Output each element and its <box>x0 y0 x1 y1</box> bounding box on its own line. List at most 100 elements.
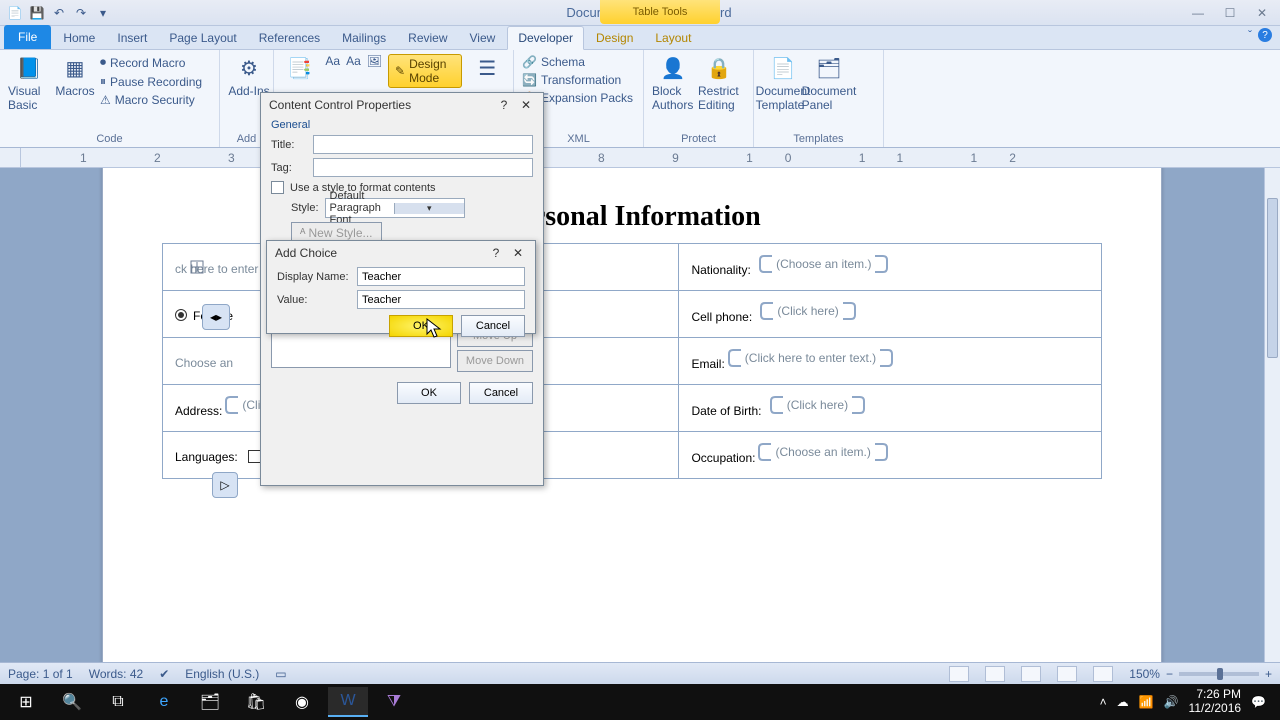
addchoice-ok-button[interactable]: OK <box>389 315 453 337</box>
status-language[interactable]: English (U.S.) <box>185 667 259 681</box>
ribbon-minimize-icon[interactable]: ˇ <box>1248 28 1252 42</box>
email-input[interactable]: Click here to enter text. <box>749 351 872 365</box>
start-button[interactable]: ⊞ <box>6 687 46 717</box>
tab-home[interactable]: Home <box>53 27 105 49</box>
chrome-icon[interactable]: ◉ <box>282 687 322 717</box>
proofing-icon[interactable]: ✔ <box>159 667 169 681</box>
nationality-dropdown[interactable]: Choose an item. <box>780 257 867 271</box>
female-radio[interactable] <box>175 309 187 321</box>
cc-right-icon <box>871 442 891 462</box>
cc-handle-icon[interactable]: ▷ <box>212 472 238 498</box>
dialog-close-button[interactable]: ✕ <box>517 97 535 113</box>
document-template-button[interactable]: 📄Document Template <box>760 52 806 114</box>
word-taskbar-icon[interactable]: W <box>328 687 368 717</box>
macro-security-button[interactable]: ⚠Macro Security <box>98 92 204 108</box>
value-input[interactable] <box>357 290 525 309</box>
tray-date[interactable]: 11/2/2016 <box>1189 702 1242 716</box>
name-placeholder[interactable]: ck here to enter <box>175 262 258 276</box>
tab-design[interactable]: Design <box>586 27 643 49</box>
dialog-help-button[interactable]: ? <box>487 245 505 261</box>
document-area[interactable]: Personal Information ck here to enter Na… <box>0 168 1264 684</box>
minimize-button[interactable]: — <box>1186 4 1210 22</box>
pause-recording-button[interactable]: ⏸Pause Recording <box>98 73 204 90</box>
dialog-close-button[interactable]: ✕ <box>509 245 527 261</box>
tab-references[interactable]: References <box>249 27 330 49</box>
document-panel-button[interactable]: 🗂Document Panel <box>806 52 852 114</box>
cc-left-icon <box>757 301 777 321</box>
save-icon[interactable]: 💾 <box>28 4 46 22</box>
table-move-handle-icon[interactable] <box>190 260 202 272</box>
zoom-in-button[interactable]: + <box>1265 667 1272 681</box>
tab-mailings[interactable]: Mailings <box>332 27 396 49</box>
onedrive-icon[interactable]: ☁ <box>1117 695 1129 709</box>
word-icon: 📄 <box>6 4 24 22</box>
movedown-button[interactable]: Move Down <box>457 350 533 372</box>
undo-icon[interactable]: ↶ <box>50 4 68 22</box>
visual-basic-button[interactable]: 📘Visual Basic <box>6 52 52 114</box>
tab-insert[interactable]: Insert <box>107 27 157 49</box>
cc-handle-icon[interactable]: ◂▸ <box>202 304 230 330</box>
store-icon[interactable]: 🛍 <box>236 687 276 717</box>
print-layout-view[interactable] <box>949 666 969 682</box>
dob-input[interactable]: Click here <box>791 398 844 412</box>
insert-mode-icon[interactable]: ▭ <box>275 667 286 681</box>
action-center-icon[interactable]: 💬 <box>1251 695 1266 709</box>
help-icon[interactable]: ? <box>1258 28 1272 42</box>
web-view[interactable] <box>1021 666 1041 682</box>
occupation-dropdown[interactable]: Choose an item. <box>779 445 866 459</box>
restrict-editing-button[interactable]: 🔒Restrict Editing <box>696 52 742 114</box>
zoom-level[interactable]: 150% <box>1129 667 1160 681</box>
status-page[interactable]: Page: 1 of 1 <box>8 667 73 681</box>
tab-review[interactable]: Review <box>398 27 457 49</box>
outline-view[interactable] <box>1057 666 1077 682</box>
use-style-checkbox[interactable] <box>271 181 284 194</box>
dialog-help-button[interactable]: ? <box>495 97 513 113</box>
tab-page-layout[interactable]: Page Layout <box>159 27 246 49</box>
wifi-icon[interactable]: 📶 <box>1139 695 1154 709</box>
redo-icon[interactable]: ↷ <box>72 4 90 22</box>
visual-studio-icon[interactable]: ⧩ <box>374 687 414 717</box>
schema-button[interactable]: 🔗Schema <box>520 54 637 70</box>
tab-file[interactable]: File <box>4 25 51 49</box>
search-button[interactable]: 🔍 <box>52 687 92 717</box>
macros-button[interactable]: ▦Macros <box>52 52 98 114</box>
properties-button[interactable]: ☰ <box>468 52 507 88</box>
tag-input[interactable] <box>313 158 533 177</box>
rich-text-control-icon[interactable]: Aa <box>325 54 340 88</box>
picture-control-icon[interactable]: 🖼 <box>367 54 382 88</box>
tab-layout[interactable]: Layout <box>645 27 701 49</box>
display-name-input[interactable] <box>357 267 525 286</box>
plain-text-control-icon[interactable]: Aa <box>346 54 361 88</box>
tab-developer[interactable]: Developer <box>507 26 584 50</box>
addchoice-cancel-button[interactable]: Cancel <box>461 315 525 337</box>
task-view-button[interactable]: ⧉ <box>98 687 138 717</box>
vertical-scrollbar[interactable] <box>1264 168 1280 684</box>
qat-more-icon[interactable]: ▾ <box>94 4 112 22</box>
tray-up-icon[interactable]: ˄ <box>1100 695 1107 709</box>
design-mode-button[interactable]: ✎Design Mode <box>388 54 462 88</box>
tab-view[interactable]: View <box>460 27 506 49</box>
zoom-slider[interactable] <box>1179 672 1259 676</box>
fullscreen-view[interactable] <box>985 666 1005 682</box>
props-ok-button[interactable]: OK <box>397 382 461 404</box>
cc-right-icon <box>848 395 868 415</box>
cellphone-input[interactable]: Click here <box>781 304 834 318</box>
maximize-button[interactable]: ☐ <box>1218 4 1242 22</box>
volume-icon[interactable]: 🔊 <box>1164 695 1179 709</box>
tray-time[interactable]: 7:26 PM <box>1189 688 1242 702</box>
transformation-button[interactable]: 🔄Transformation <box>520 72 637 88</box>
structured-doc-button[interactable]: 📑 <box>280 52 319 88</box>
draft-view[interactable] <box>1093 666 1113 682</box>
zoom-out-button[interactable]: − <box>1166 667 1173 681</box>
block-authors-button[interactable]: 👤Block Authors <box>650 52 696 114</box>
props-cancel-button[interactable]: Cancel <box>469 382 533 404</box>
edge-icon[interactable]: e <box>144 687 184 717</box>
style-combo[interactable]: Default Paragraph Font▾ <box>325 198 465 218</box>
horizontal-ruler[interactable]: 1 2 3 4 5 6 7 8 9 10 11 12 <box>0 148 1280 168</box>
close-button[interactable]: ✕ <box>1250 4 1274 22</box>
title-input[interactable] <box>313 135 533 154</box>
status-words[interactable]: Words: 42 <box>89 667 143 681</box>
record-macro-button[interactable]: ⏺Record Macro <box>98 54 204 71</box>
choose-placeholder[interactable]: Choose an <box>175 356 233 370</box>
file-explorer-icon[interactable]: 🗂 <box>190 687 230 717</box>
